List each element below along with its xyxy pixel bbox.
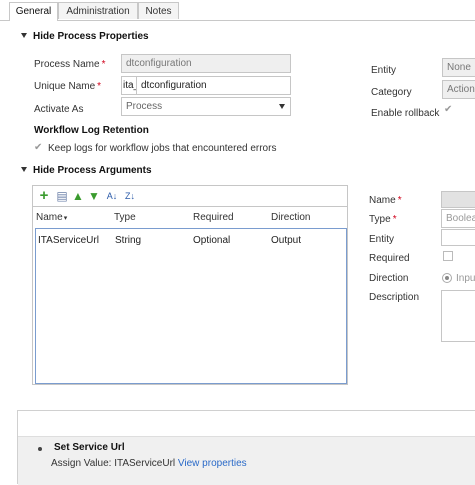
enable-rollback-label: Enable rollback	[371, 108, 440, 119]
section-title: Hide Process Properties	[33, 31, 149, 42]
activate-as-select[interactable]: Process	[121, 97, 291, 116]
arguments-toolbar: + ▤ ▲ ▼ A↓ Z↓	[32, 185, 348, 207]
enable-rollback-checkbox[interactable]: ✔	[444, 104, 452, 115]
keep-logs-checkbox[interactable]: ✔	[34, 142, 42, 153]
section-title: Hide Process Arguments	[33, 165, 152, 176]
collapse-triangle-icon	[21, 166, 27, 172]
column-header-type[interactable]: Type	[114, 212, 136, 223]
section-toggle-properties[interactable]: Hide Process Properties	[21, 31, 149, 42]
column-header-required[interactable]: Required	[193, 212, 234, 223]
arg-direction-label: Direction	[369, 273, 409, 284]
sort-descending-icon[interactable]: Z↓	[123, 189, 137, 203]
arg-name-input[interactable]	[441, 191, 475, 208]
entity-select[interactable]: None	[442, 58, 475, 77]
step-assign-line: Assign Value: ITAServiceUrl View propert…	[51, 458, 247, 469]
step-set-service-url[interactable]: Set Service Url Assign Value: ITAService…	[18, 436, 475, 485]
entity-label: Entity	[371, 65, 397, 76]
section-toggle-arguments[interactable]: Hide Process Arguments	[21, 165, 152, 176]
arg-type-label: Type *	[369, 214, 397, 225]
category-select[interactable]: Action	[442, 80, 475, 99]
view-properties-link[interactable]: View properties	[178, 458, 247, 469]
tab-general[interactable]: General	[9, 2, 58, 21]
row-name: ITAServiceUrl	[38, 235, 99, 246]
sort-indicator-icon: ▾	[63, 215, 68, 222]
collapse-triangle-icon	[21, 32, 27, 38]
arg-description-label: Description	[369, 292, 420, 303]
keep-logs-label: Keep logs for workflow jobs that encount…	[48, 143, 277, 154]
unique-name-label: Unique Name *	[34, 81, 102, 92]
arguments-list	[35, 228, 347, 384]
arg-name-label: Name *	[369, 195, 402, 206]
chevron-down-icon	[279, 104, 285, 109]
arg-entity-select[interactable]	[441, 229, 475, 246]
direction-value: Inpu	[456, 273, 475, 284]
unique-name-prefix: ita_	[121, 76, 139, 95]
move-down-icon[interactable]: ▼	[87, 189, 101, 203]
column-header-direction[interactable]: Direction	[271, 212, 310, 223]
process-name-label: Process Name *	[34, 59, 106, 70]
arg-type-select[interactable]: Boolea	[441, 209, 475, 228]
radio-dot-icon	[445, 276, 449, 280]
tab-administration[interactable]: Administration	[58, 2, 138, 19]
log-retention-title: Workflow Log Retention	[34, 125, 149, 136]
add-icon[interactable]: +	[37, 188, 51, 203]
edit-icon[interactable]: ▤	[55, 189, 69, 203]
category-label: Category	[371, 87, 412, 98]
direction-radio[interactable]	[442, 273, 452, 283]
step-title: Set Service Url	[54, 442, 125, 453]
unique-name-input[interactable]: dtconfiguration	[136, 76, 291, 95]
activate-as-label: Activate As	[34, 104, 84, 115]
assign-target: ITAServiceUrl	[114, 458, 176, 469]
assign-label: Assign Value:	[51, 458, 112, 469]
tab-notes[interactable]: Notes	[138, 2, 179, 19]
move-up-icon[interactable]: ▲	[71, 189, 85, 203]
row-type: String	[115, 235, 142, 246]
sort-ascending-icon[interactable]: A↓	[105, 189, 119, 203]
column-header-name[interactable]: Name▾	[36, 212, 67, 223]
tab-bar: General Administration Notes	[0, 0, 475, 21]
row-direction: Output	[271, 235, 302, 246]
bullet-icon	[38, 447, 42, 451]
process-name-input[interactable]: dtconfiguration	[121, 54, 291, 73]
arg-required-checkbox[interactable]	[443, 251, 453, 261]
arg-description-textarea[interactable]	[441, 290, 475, 342]
arg-required-label: Required	[369, 253, 410, 264]
row-required: Optional	[193, 235, 231, 246]
arg-entity-label: Entity	[369, 234, 395, 245]
